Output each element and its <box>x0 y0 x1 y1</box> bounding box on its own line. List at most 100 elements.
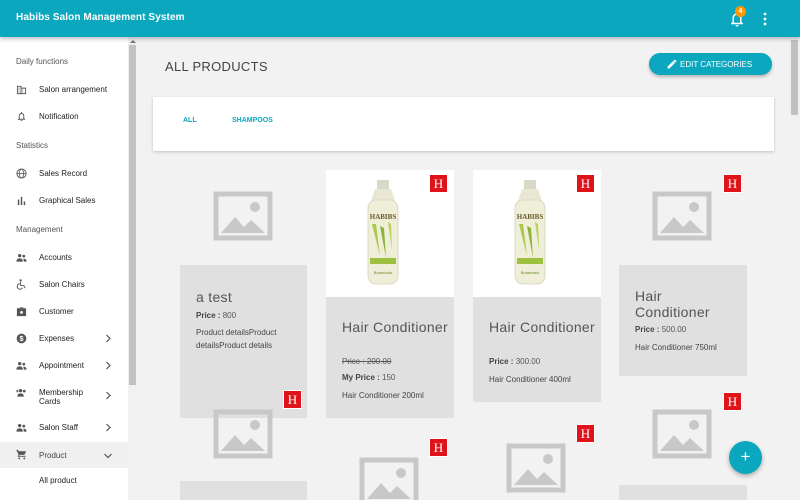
sidebar-item-graphical-sales[interactable]: Graphical Sales <box>0 189 128 213</box>
edit-categories-label: EDIT CATEGORIES <box>680 60 753 69</box>
scroll-up-arrow-icon[interactable] <box>130 40 136 43</box>
image-placeholder-icon <box>213 409 273 459</box>
product-name: Hair Conditioner <box>342 319 448 335</box>
chevron-right-icon <box>106 361 111 370</box>
image-placeholder-icon <box>506 443 566 493</box>
sidebar-section-statistics: Statistics <box>16 141 49 150</box>
people-icon <box>16 254 27 262</box>
product-info: Hair Conditioner Price : 500.00 Hair Con… <box>619 265 747 376</box>
product-price: Price : 500.00 <box>635 325 686 334</box>
image-placeholder-icon <box>359 457 419 500</box>
product-price: Price : 300.00 <box>489 357 540 366</box>
page-title: ALL PRODUCTS <box>165 59 268 74</box>
building-icon <box>16 85 27 95</box>
sidebar-item-accounts[interactable]: Accounts <box>0 246 128 270</box>
sidebar-item-label: Membership Cards <box>39 388 84 406</box>
sidebar-item-membership-cards[interactable]: Membership Cards <box>0 381 128 411</box>
price-label: Price : <box>196 311 221 320</box>
my-price-label: My Price : <box>342 373 380 382</box>
sidebar-item-label: Customer <box>39 307 74 316</box>
sidebar-item-salon-staff[interactable]: Salon Staff <box>0 416 128 440</box>
app-title: Habibs Salon Management System <box>16 12 185 23</box>
bottle-subtitle: Botanicals <box>521 270 539 275</box>
sidebar-item-label: Accounts <box>39 253 72 262</box>
product-card[interactable]: H Hair Conditioner Price : 500.00 Hair C… <box>619 170 747 376</box>
tab-all[interactable]: ALL <box>183 117 197 124</box>
price-label: Price : <box>489 357 514 366</box>
sidebar-item-sales-record[interactable]: Sales Record <box>0 162 128 186</box>
bottle-image: HABIBS Botanicals <box>367 180 399 285</box>
brand-badge-icon: H <box>723 392 742 411</box>
product-info: Hair Conditioner Price : 300.00 Hair Con… <box>473 297 601 402</box>
sidebar-item-salon-arrangement[interactable]: Salon arrangement <box>0 78 128 102</box>
sidebar-item-expenses[interactable]: $ Expenses <box>0 327 128 351</box>
price-value: 800 <box>222 311 237 320</box>
bottle-brand: HABIBS <box>370 213 397 221</box>
more-vert-icon[interactable] <box>759 11 771 27</box>
product-description: Hair Conditioner 750ml <box>635 343 717 352</box>
dollar-icon: $ <box>16 333 27 344</box>
people-icon <box>16 424 27 432</box>
product-card[interactable]: H <box>180 390 307 500</box>
bottle-subtitle: Botanicals <box>374 270 392 275</box>
sidebar-item-label: Appointment <box>39 361 84 370</box>
product-info <box>619 485 747 500</box>
image-placeholder-icon <box>652 409 712 459</box>
image-placeholder-icon <box>652 191 712 241</box>
chevron-right-icon <box>106 391 111 400</box>
category-tabs: ALL SHAMPOOS <box>153 97 774 151</box>
top-app-bar: Habibs Salon Management System 4 <box>0 0 800 37</box>
sidebar-section-daily: Daily functions <box>16 57 69 66</box>
product-card[interactable]: H <box>326 436 454 500</box>
product-name: a test <box>196 289 233 305</box>
pencil-icon <box>667 59 677 69</box>
price-value: 500.00 <box>661 325 687 334</box>
product-card[interactable]: H <box>619 390 747 500</box>
brand-badge-icon: H <box>429 174 448 193</box>
brand-badge-icon: H <box>576 174 595 193</box>
sidebar-item-notification[interactable]: Notification <box>0 105 128 129</box>
globe-icon <box>16 168 27 179</box>
product-card[interactable]: H <box>473 422 601 500</box>
sidebar-item-label: Salon Chairs <box>39 280 85 289</box>
product-description: Hair Conditioner 400ml <box>489 375 571 384</box>
notification-badge: 4 <box>735 6 746 17</box>
price-value: 200.00 <box>366 357 392 366</box>
add-product-button[interactable]: + <box>729 441 762 474</box>
sidebar-item-appointment[interactable]: Appointment <box>0 354 128 378</box>
plus-icon: + <box>740 447 751 466</box>
sidebar-item-label: Product <box>39 451 67 460</box>
product-name: Hair Conditioner <box>489 319 595 335</box>
price-label: Price : <box>342 357 365 366</box>
product-card[interactable]: a test Price : 800 Product detailsProduc… <box>180 170 307 418</box>
sidebar-scrollbar-thumb[interactable] <box>129 45 136 385</box>
cart-icon <box>16 449 27 460</box>
people-plus-icon <box>16 389 26 397</box>
product-card[interactable]: HABIBS Botanicals H Hair Conditioner Pri… <box>326 170 454 418</box>
product-name: Hair Conditioner <box>635 288 710 320</box>
bar-chart-icon <box>17 196 26 206</box>
product-card[interactable]: HABIBS Botanicals H Hair Conditioner Pri… <box>473 170 601 402</box>
price-value: 300.00 <box>515 357 541 366</box>
sidebar-item-product[interactable]: Product <box>0 442 128 468</box>
briefcase-icon <box>16 307 27 317</box>
product-my-price: My Price : 150 <box>342 373 395 382</box>
product-info <box>180 481 307 500</box>
brand-badge-icon: H <box>723 174 742 193</box>
tab-shampoos[interactable]: SHAMPOOS <box>232 117 273 124</box>
svg-text:$: $ <box>19 334 23 343</box>
product-price: Price : 800 <box>196 311 236 320</box>
product-description: Product detailsProduct detailsProduct de… <box>196 328 277 350</box>
bell-icon <box>17 112 26 122</box>
image-placeholder-icon <box>213 191 273 241</box>
edit-categories-button[interactable]: EDIT CATEGORIES <box>649 53 772 75</box>
sidebar-item-label: Graphical Sales <box>39 196 96 205</box>
sidebar-item-salon-chairs[interactable]: Salon Chairs <box>0 273 128 297</box>
sidebar-subitem-all-product[interactable]: All product <box>39 476 77 485</box>
sidebar-item-customer[interactable]: Customer <box>0 300 128 324</box>
my-price-value: 150 <box>382 373 396 382</box>
people-icon <box>16 362 27 370</box>
chevron-down-icon <box>104 453 112 459</box>
chevron-right-icon <box>106 423 111 432</box>
page-scrollbar-thumb[interactable] <box>791 40 798 115</box>
